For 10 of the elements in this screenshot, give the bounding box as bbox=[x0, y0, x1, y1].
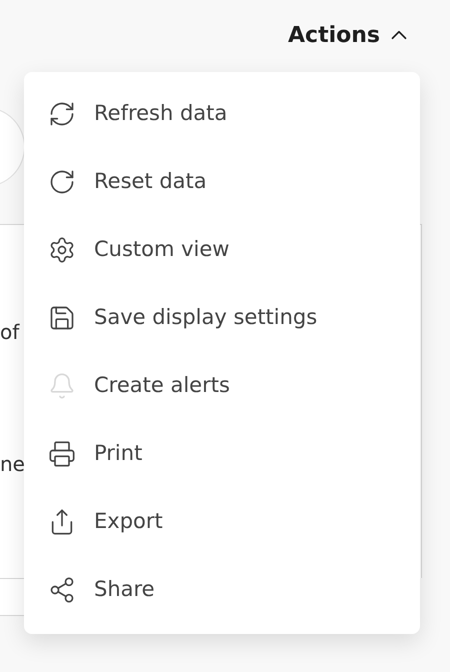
panel-text: of bbox=[0, 320, 20, 344]
menu-item[interactable]: Custom view bbox=[24, 216, 420, 284]
menu-item[interactable]: Save display settings bbox=[24, 284, 420, 352]
menu-item[interactable]: Reset data bbox=[24, 148, 420, 216]
actions-button[interactable]: Actions bbox=[288, 18, 412, 52]
menu-item[interactable]: Print bbox=[24, 420, 420, 488]
panel-text: ne bbox=[0, 452, 25, 476]
menu-item[interactable]: Export bbox=[24, 488, 420, 556]
menu-item[interactable]: Share bbox=[24, 556, 420, 624]
menu-item[interactable]: Refresh data bbox=[24, 80, 420, 148]
